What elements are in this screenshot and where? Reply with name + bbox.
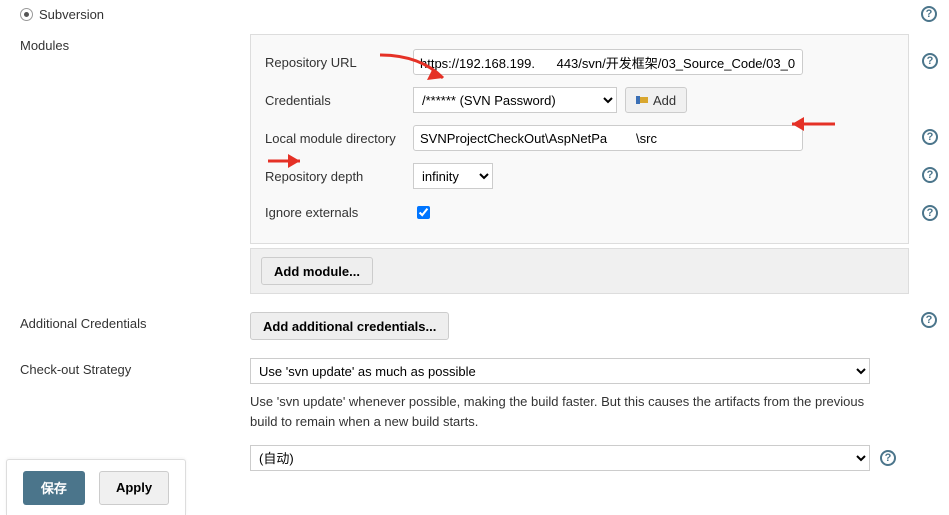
credentials-label: Credentials [265,93,413,108]
scm-radio-subversion[interactable] [20,8,33,21]
repo-url-input[interactable] [413,49,803,75]
footer-actions: 保存 Apply [6,459,186,515]
local-dir-label: Local module directory [265,131,413,146]
add-additional-credentials-button[interactable]: Add additional credentials... [250,312,449,340]
modules-label: Modules [20,34,250,53]
scm-type-label: Subversion [39,7,104,22]
save-button[interactable]: 保存 [23,471,85,505]
additional-credentials-label: Additional Credentials [20,312,250,331]
checkout-strategy-select[interactable]: Use 'svn update' as much as possible [250,358,870,384]
help-icon[interactable]: ? [922,53,938,69]
ignore-label: Ignore externals [265,205,413,220]
credentials-select[interactable]: /****** (SVN Password) [413,87,617,113]
help-icon[interactable]: ? [922,205,938,221]
depth-label: Repository depth [265,169,413,184]
help-icon[interactable]: ? [921,6,937,22]
add-module-button[interactable]: Add module... [261,257,373,285]
help-icon[interactable]: ? [922,167,938,183]
module-box: Repository URL ? Credentials /****** (SV… [250,34,909,244]
depth-select[interactable]: infinity [413,163,493,189]
ignore-externals-checkbox[interactable] [417,206,430,219]
apply-button[interactable]: Apply [99,471,169,505]
checkout-strategy-label: Check-out Strategy [20,358,250,377]
repo-url-label: Repository URL [265,55,413,70]
auto-select[interactable]: (自动) [250,445,870,471]
help-icon[interactable]: ? [922,129,938,145]
add-credentials-button[interactable]: Add [625,87,687,113]
local-dir-input[interactable] [413,125,803,151]
help-icon[interactable]: ? [880,450,896,466]
checkout-strategy-description: Use 'svn update' whenever possible, maki… [250,392,870,431]
help-icon[interactable]: ? [921,312,937,328]
add-button-label: Add [653,93,676,108]
